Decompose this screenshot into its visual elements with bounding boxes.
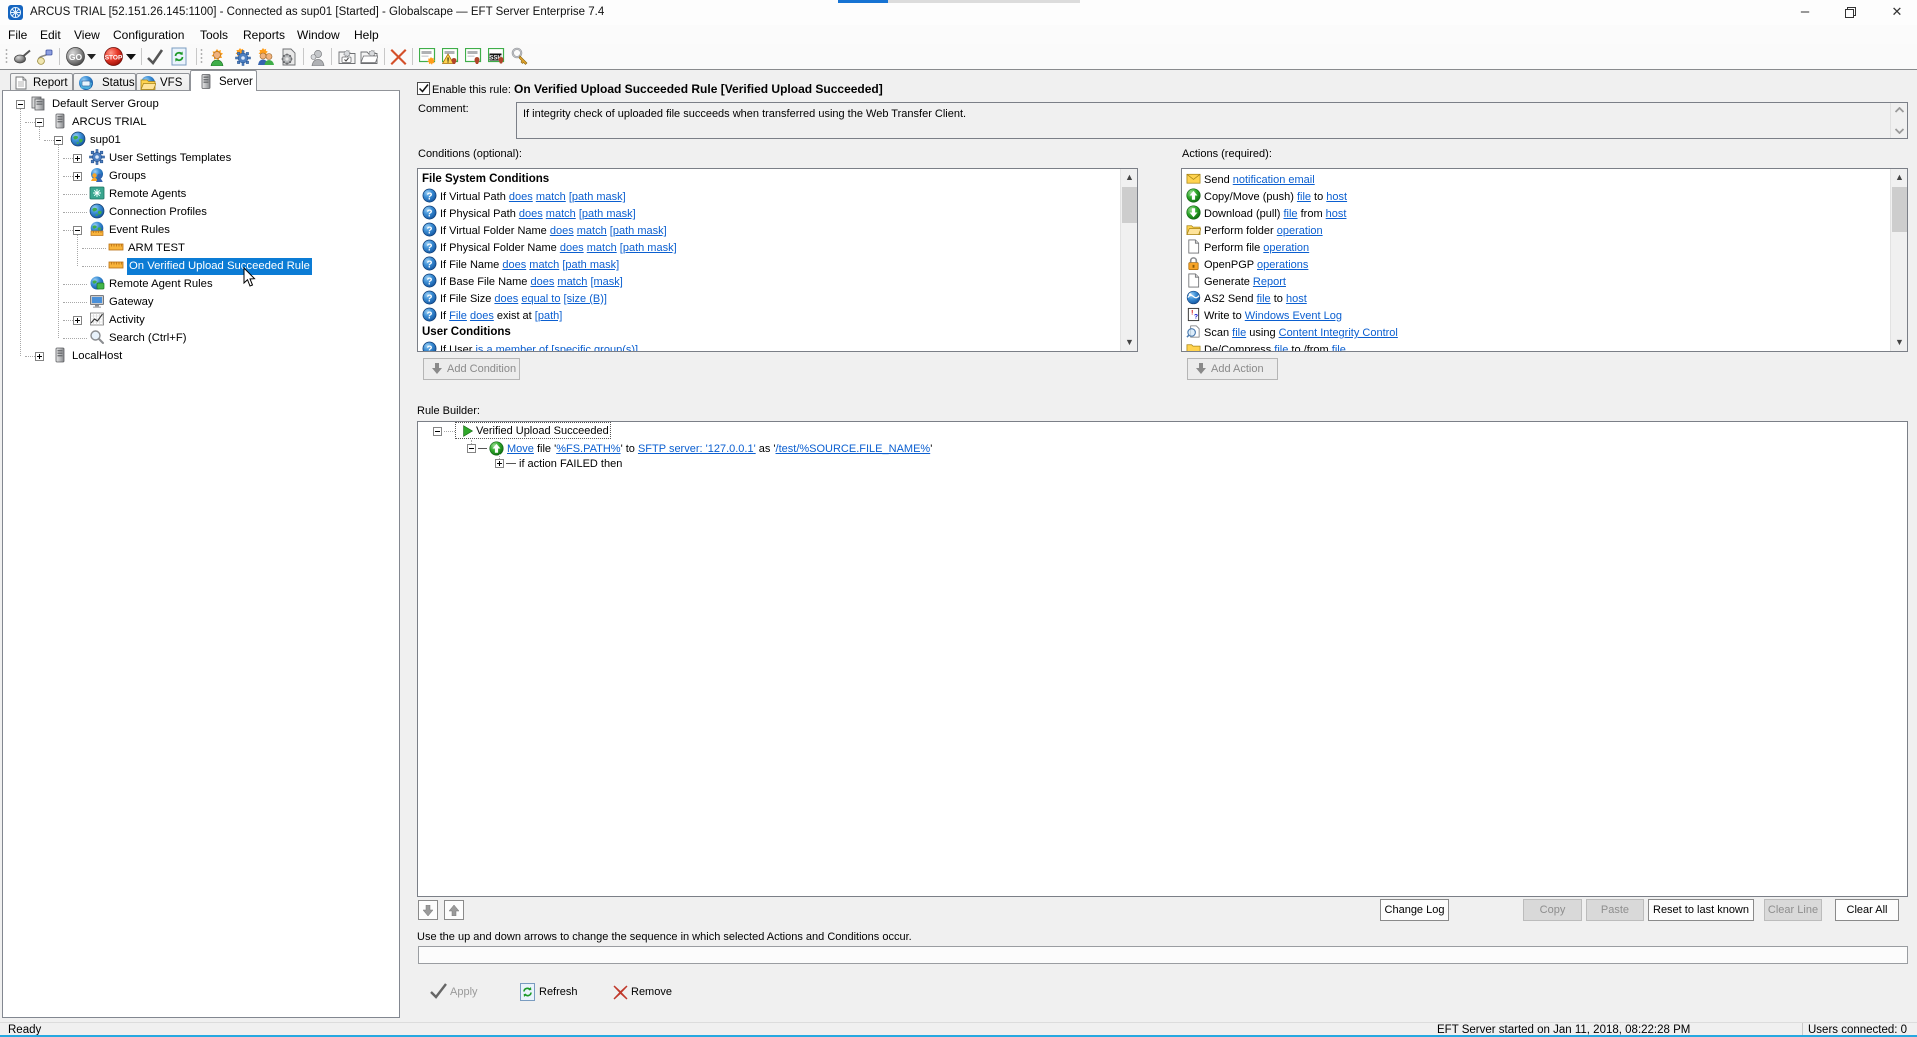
svg-text:!: ! [447,58,449,65]
svg-text:GO: GO [69,52,83,62]
svg-text:STOP: STOP [105,55,123,62]
